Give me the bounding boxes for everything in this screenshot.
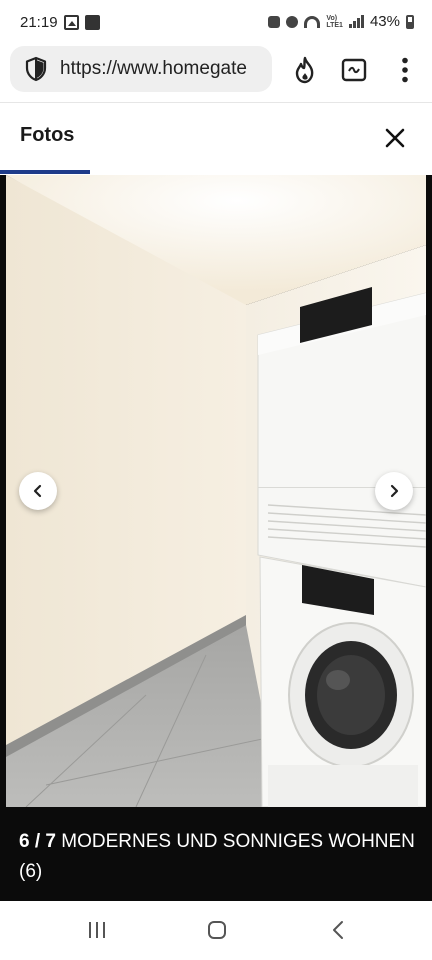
wifi-icon (304, 15, 321, 28)
more-options-button[interactable] (389, 54, 421, 86)
notification-icons (64, 15, 100, 30)
chevron-left-icon (33, 484, 42, 498)
more-vert-icon (402, 57, 408, 83)
flame-button[interactable] (289, 54, 321, 86)
home-icon[interactable] (206, 919, 228, 941)
url-text[interactable]: https://www.homegate (60, 58, 260, 80)
tab-fotos[interactable]: Fotos (20, 124, 74, 147)
active-tab-indicator (0, 170, 90, 174)
signal-icon (348, 15, 364, 28)
tab-switcher-button[interactable] (338, 54, 370, 86)
shield-icon[interactable] (24, 56, 48, 82)
photo-counter: 6 / 7 (19, 831, 56, 852)
status-indicators: Vo) LTE1 43% (268, 13, 414, 30)
alarm-icon (268, 15, 281, 28)
gallery-header: Fotos (0, 103, 432, 175)
next-photo-button[interactable] (375, 472, 413, 510)
status-bar: 21:19 Vo) LTE1 43% (0, 0, 432, 44)
previous-photo-button[interactable] (19, 472, 57, 510)
back-icon[interactable] (328, 919, 350, 941)
mute-icon (286, 15, 299, 28)
volte-icon: Vo) LTE1 (326, 15, 343, 29)
browser-toolbar: https://www.homegate (0, 44, 432, 102)
close-icon[interactable] (382, 125, 408, 151)
gallery-photo[interactable] (6, 175, 426, 807)
battery-percent: 43% (369, 13, 400, 30)
flame-icon (295, 56, 314, 84)
battery-icon (406, 14, 414, 29)
photo-gallery: 6 / 7 MODERNES UND SONNIGES WOHNEN (6) (0, 175, 432, 901)
recent-apps-icon[interactable] (86, 919, 108, 941)
news-notification-icon (85, 15, 100, 30)
system-navigation-bar (0, 901, 432, 960)
photo-caption: 6 / 7 MODERNES UND SONNIGES WOHNEN (6) (19, 827, 419, 887)
volte-label-bottom: LTE1 (326, 21, 343, 29)
photo-caption-text: MODERNES UND SONNIGES WOHNEN (6) (19, 831, 415, 882)
tab-switcher-icon (341, 58, 367, 82)
gallery-notification-icon (64, 15, 79, 30)
chevron-right-icon (390, 484, 399, 498)
volte-label-top: Vo) (326, 14, 338, 22)
address-bar[interactable]: https://www.homegate (10, 46, 272, 92)
status-time: 21:19 (20, 14, 58, 31)
laundry-room-photo (6, 175, 426, 807)
